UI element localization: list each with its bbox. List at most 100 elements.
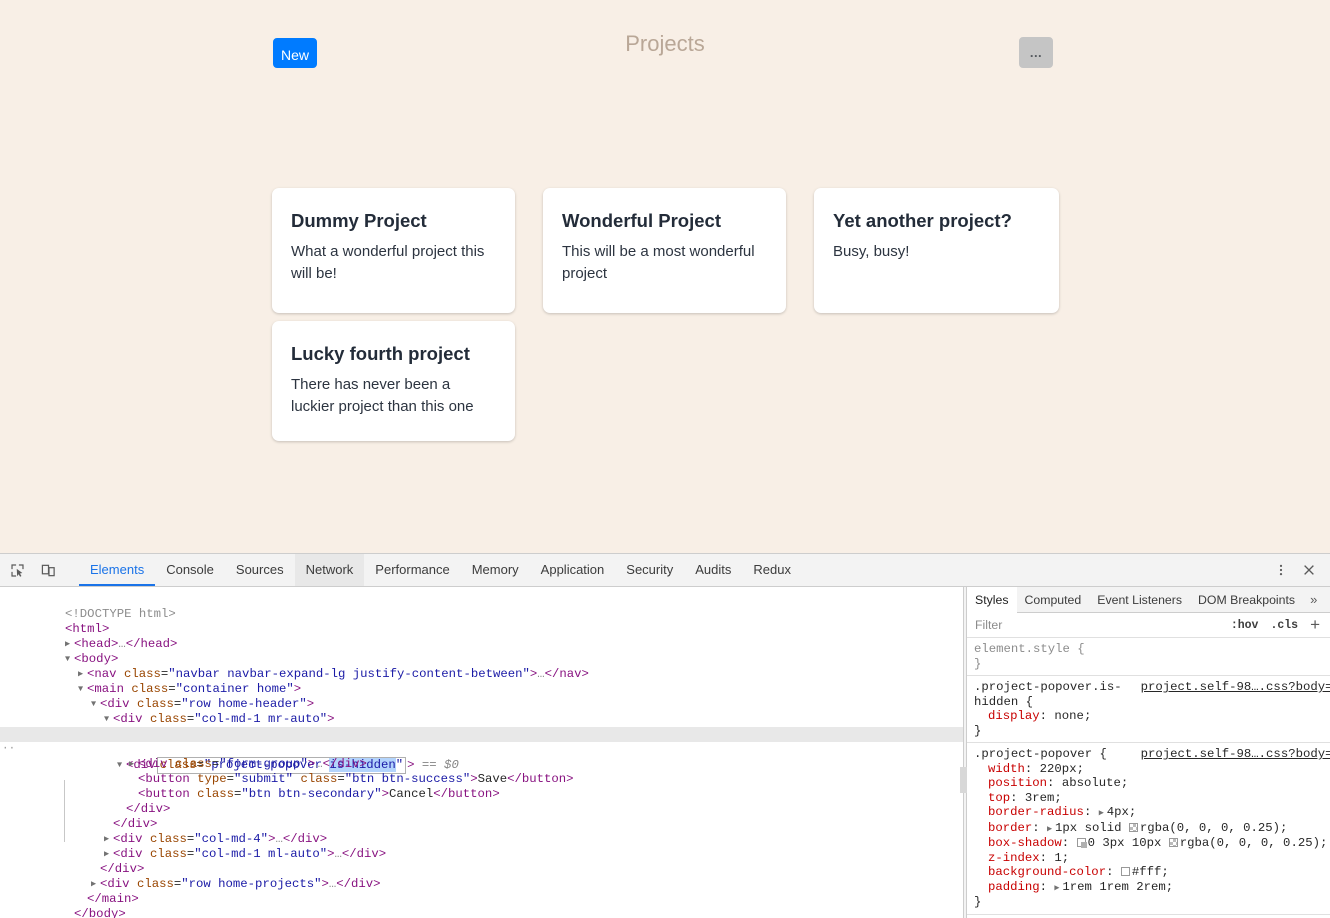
color-swatch-icon[interactable] — [1120, 867, 1130, 876]
styles-pane: Styles Computed Event Listeners DOM Brea… — [967, 587, 1330, 918]
tab-redux[interactable]: Redux — [742, 554, 802, 586]
page-title: Projects — [625, 31, 705, 56]
dom-line[interactable]: ▼ <body> — [0, 637, 963, 666]
dom-line[interactable]: </div> — [0, 847, 963, 876]
dom-line[interactable]: <button type="submit" class="btn btn-suc… — [0, 757, 963, 786]
tab-console[interactable]: Console — [155, 554, 225, 586]
css-property-name[interactable]: background-color — [974, 865, 1106, 880]
devtools-panel: Elements Console Sources Network Perform… — [0, 553, 1330, 918]
css-property-value[interactable]: absolute; — [1062, 776, 1128, 790]
css-rule-element-style[interactable]: element.style { } — [967, 638, 1330, 676]
dom-line[interactable]: ▶ <head>…</head> — [0, 622, 963, 651]
dom-line[interactable]: ▶ <div class="col-md-4">…</div> — [0, 817, 963, 846]
dom-line[interactable]: <button class="btn btn-primary mr-auto">… — [0, 712, 963, 741]
dom-line[interactable]: <html> — [0, 607, 963, 636]
dom-line[interactable]: ▶ <nav class="navbar navbar-expand-lg jus… — [0, 652, 963, 681]
expand-shorthand-icon[interactable]: ▶ — [1099, 806, 1107, 821]
devtools-toolbar-right — [1259, 554, 1330, 586]
tab-event-listeners[interactable]: Event Listeners — [1089, 587, 1190, 612]
css-property-name[interactable]: border-radius — [974, 805, 1084, 820]
tab-sources[interactable]: Sources — [225, 554, 295, 586]
css-property-value[interactable]: #fff; — [1132, 865, 1169, 879]
styles-tab-bar: Styles Computed Event Listeners DOM Brea… — [967, 587, 1330, 613]
dom-line[interactable]: </body> — [0, 892, 963, 918]
css-property-name[interactable]: display — [974, 709, 1040, 724]
project-card-title: Dummy Project — [291, 210, 427, 231]
project-card[interactable]: Lucky fourth project There has never bee… — [272, 321, 515, 441]
dom-tree-pane[interactable]: <!DOCTYPE html> <html> ▶ <head>…</head> ▼… — [0, 587, 963, 918]
css-property-value[interactable]: 3rem; — [1025, 791, 1062, 805]
devtools-body: <!DOCTYPE html> <html> ▶ <head>…</head> ▼… — [0, 587, 1330, 918]
css-property-name[interactable]: top — [974, 791, 1010, 806]
tab-dom-breakpoints[interactable]: DOM Breakpoints — [1190, 587, 1303, 612]
project-card-title: Lucky fourth project — [291, 343, 470, 364]
dom-line[interactable]: ▼ <div class="col-md-1 mr-auto"> — [0, 697, 963, 726]
css-selector[interactable]: element.style { — [974, 642, 1085, 656]
project-card[interactable]: Yet another project? Busy, busy! — [814, 188, 1059, 313]
hov-toggle-button[interactable]: :hov — [1225, 619, 1265, 632]
dom-line[interactable]: <button class="btn btn-secondary">Cancel… — [0, 772, 963, 801]
css-rule-project-popover[interactable]: project.self-98….css?body=1:4… .project-… — [967, 743, 1330, 915]
tab-performance[interactable]: Performance — [364, 554, 460, 586]
css-property-value[interactable]: 1; — [1054, 851, 1069, 865]
css-property-name[interactable]: border — [974, 821, 1032, 836]
css-property-value[interactable]: 220px; — [1040, 762, 1084, 776]
more-options-button[interactable]: ... — [1019, 37, 1053, 68]
tab-security[interactable]: Security — [615, 554, 684, 586]
device-toolbar-icon[interactable] — [35, 557, 61, 583]
tab-network[interactable]: Network — [294, 554, 365, 586]
styles-filter-input[interactable] — [973, 617, 1225, 633]
css-selector[interactable]: .project-popover.is- — [974, 680, 1122, 694]
css-rules-list[interactable]: element.style { } project.self-98….css?b… — [967, 638, 1330, 918]
dom-line[interactable]: </html> — [0, 907, 963, 918]
css-rule-universal[interactable]: reboot.scss:3… *, ::after, ::before { — [967, 915, 1330, 918]
css-property-value[interactable]: 4px; — [1107, 805, 1137, 819]
dom-line[interactable]: </div> — [0, 802, 963, 831]
tab-elements[interactable]: Elements — [79, 554, 156, 586]
home-header: New Projects ... — [0, 0, 1330, 90]
tab-audits[interactable]: Audits — [684, 554, 742, 586]
dom-line[interactable]: ▶ <div class="form-group">…</div> — [0, 742, 963, 771]
project-card-description: This will be a most wonderful project — [562, 243, 755, 283]
vertical-dots-icon[interactable] — [1268, 557, 1294, 583]
color-swatch-icon[interactable] — [1128, 822, 1138, 832]
css-source-link[interactable]: project.self-98….css?body=1:5… — [1141, 680, 1330, 695]
css-rule-close: } — [974, 723, 982, 738]
dom-line[interactable]: ▼ <div class="row home-header"> — [0, 682, 963, 711]
chevron-double-right-icon[interactable]: » — [1303, 587, 1324, 612]
color-swatch-icon[interactable] — [1168, 838, 1178, 847]
css-selector[interactable]: .project-popover { — [974, 747, 1107, 761]
css-property-name[interactable]: padding — [974, 880, 1040, 895]
css-rule-project-popover-is-hidden[interactable]: project.self-98….css?body=1:5… .project-… — [967, 676, 1330, 743]
dom-line-selected[interactable]: ·· ▼ <div class="project-popover is-hidden… — [0, 727, 963, 774]
box-shadow-swatch-icon[interactable] — [1076, 838, 1087, 848]
tab-styles[interactable]: Styles — [967, 587, 1017, 613]
css-property-name[interactable]: position — [974, 776, 1047, 791]
dom-line-doctype[interactable]: <!DOCTYPE html> — [0, 592, 963, 621]
expand-shorthand-icon[interactable]: ▶ — [1047, 822, 1055, 837]
css-property-value[interactable]: none; — [1054, 709, 1091, 723]
css-selector-cont: hidden { — [974, 694, 1034, 709]
dom-line[interactable]: ▼ <main class="container home"> — [0, 667, 963, 696]
dom-line[interactable]: ▶ <div class="row home-projects">…</div> — [0, 862, 963, 891]
inspect-element-icon[interactable] — [4, 557, 30, 583]
project-card-title: Yet another project? — [833, 210, 1012, 231]
css-property-name[interactable]: width — [974, 762, 1025, 777]
css-property-value[interactable]: 1rem 1rem 2rem; — [1062, 880, 1173, 894]
project-card[interactable]: Dummy Project What a wonderful project t… — [272, 188, 515, 313]
dom-line[interactable]: </div> — [0, 787, 963, 816]
cls-toggle-button[interactable]: .cls — [1264, 619, 1304, 632]
tab-computed[interactable]: Computed — [1017, 587, 1090, 612]
css-property-name[interactable]: z-index — [974, 851, 1040, 866]
dom-line[interactable]: </main> — [0, 877, 963, 906]
tab-application[interactable]: Application — [530, 554, 616, 586]
project-card-description: There has never been a luckier project t… — [291, 376, 474, 416]
project-card[interactable]: Wonderful Project This will be a most wo… — [543, 188, 786, 313]
dom-line[interactable]: ▶ <div class="col-md-1 ml-auto">…</div> — [0, 832, 963, 861]
close-icon[interactable] — [1296, 557, 1322, 583]
project-card-title: Wonderful Project — [562, 210, 721, 231]
css-source-link[interactable]: project.self-98….css?body=1:4… — [1141, 747, 1330, 762]
tab-memory[interactable]: Memory — [461, 554, 530, 586]
new-style-rule-button[interactable]: + — [1304, 616, 1324, 635]
css-property-name[interactable]: box-shadow — [974, 836, 1062, 851]
